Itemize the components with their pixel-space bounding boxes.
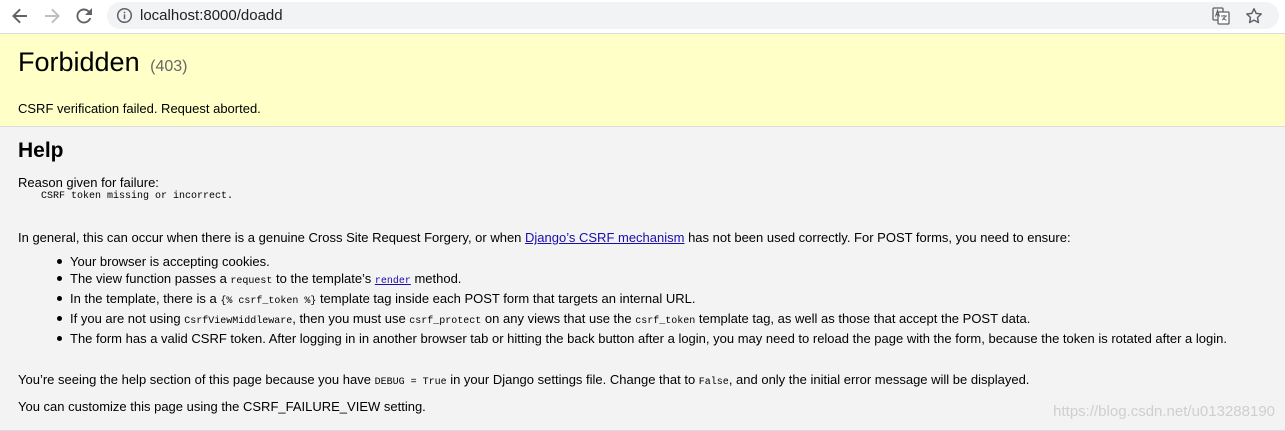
arrow-right-icon <box>45 8 60 24</box>
reason-text: CSRF token missing or incorrect. <box>41 191 234 202</box>
title-text: Forbidden <box>18 47 140 77</box>
list-item-text: template tag inside each POST form that … <box>316 291 696 306</box>
code-false: False <box>698 377 729 388</box>
error-message: CSRF verification failed. Request aborte… <box>18 101 261 116</box>
page-title: Forbidden (403) <box>18 47 187 78</box>
list-item-text: Your browser is accepting cookies. <box>70 254 270 269</box>
code-csrf-token-tag: {% csrf_token %} <box>220 296 317 307</box>
customize-paragraph: You can customize this page using the CS… <box>18 399 426 414</box>
address-bar[interactable]: localhost:8000/doadd <box>107 2 1279 29</box>
intro-text-end: has not been used correctly. For POST fo… <box>684 230 1071 245</box>
back-button[interactable] <box>8 4 32 28</box>
list-item: In the template, there is a {% csrf_toke… <box>57 290 1268 310</box>
forward-button[interactable] <box>40 4 64 28</box>
intro-text: In general, this can occur when there is… <box>18 230 526 245</box>
url-text[interactable]: localhost:8000/doadd <box>140 7 283 24</box>
status-code: (403) <box>150 58 188 75</box>
list-item-text: If you are not using <box>70 311 185 326</box>
list-item-text: on any views that use the <box>481 311 636 326</box>
debug-text: , and only the initial error message wil… <box>728 372 1030 387</box>
arrow-left-icon <box>12 8 27 24</box>
watermark: https://blog.csdn.net/u013288190 <box>1053 403 1275 420</box>
code-csrf-protect: csrf_protect <box>409 316 482 327</box>
page-content: Forbidden (403) CSRF verification failed… <box>0 34 1285 431</box>
translate-icon[interactable] <box>1212 7 1230 25</box>
list-item-text: , then you must use <box>292 311 410 326</box>
reload-icon <box>76 8 92 24</box>
browser-toolbar: localhost:8000/doadd <box>0 0 1285 34</box>
list-item: Your browser is accepting cookies. <box>57 253 1268 270</box>
intro-paragraph: In general, this can occur when there is… <box>18 230 1071 245</box>
list-item-text: In the template, there is a <box>70 291 221 306</box>
debug-text: in your Django settings file. Change tha… <box>446 372 699 387</box>
list-item: The form has a valid CSRF token. After l… <box>57 330 1268 347</box>
code-middleware: CsrfViewMiddleware <box>184 316 293 327</box>
checklist: Your browser is accepting cookies. The v… <box>18 253 1268 347</box>
debug-text: You’re seeing the help section of this p… <box>18 372 375 387</box>
csrf-docs-link[interactable]: Django’s CSRF mechanism <box>525 230 684 245</box>
code-request: request <box>230 276 273 287</box>
list-item-text: The view function passes a <box>70 271 231 286</box>
list-item-text: method. <box>410 271 462 286</box>
code-csrf-token: csrf_token <box>635 316 696 327</box>
error-summary: Forbidden (403) CSRF verification failed… <box>0 34 1285 127</box>
help-section: Help Reason given for failure: CSRF toke… <box>0 127 1285 431</box>
help-heading: Help <box>18 139 64 162</box>
list-item-text: template tag, as well as those that acce… <box>695 311 1031 326</box>
code-debug-true: DEBUG = True <box>374 377 447 388</box>
list-item: If you are not using CsrfViewMiddleware,… <box>57 310 1268 330</box>
info-icon[interactable] <box>116 7 133 24</box>
list-item-text: to the template’s <box>272 271 375 286</box>
reason-label: Reason given for failure: <box>18 175 159 190</box>
debug-paragraph: You’re seeing the help section of this p… <box>18 372 1029 388</box>
list-item: The view function passes a request to th… <box>57 270 1268 290</box>
render-link[interactable]: render <box>375 276 411 287</box>
star-icon[interactable] <box>1245 7 1263 25</box>
reload-button[interactable] <box>72 4 96 28</box>
list-item-text: The form has a valid CSRF token. After l… <box>70 331 1227 346</box>
